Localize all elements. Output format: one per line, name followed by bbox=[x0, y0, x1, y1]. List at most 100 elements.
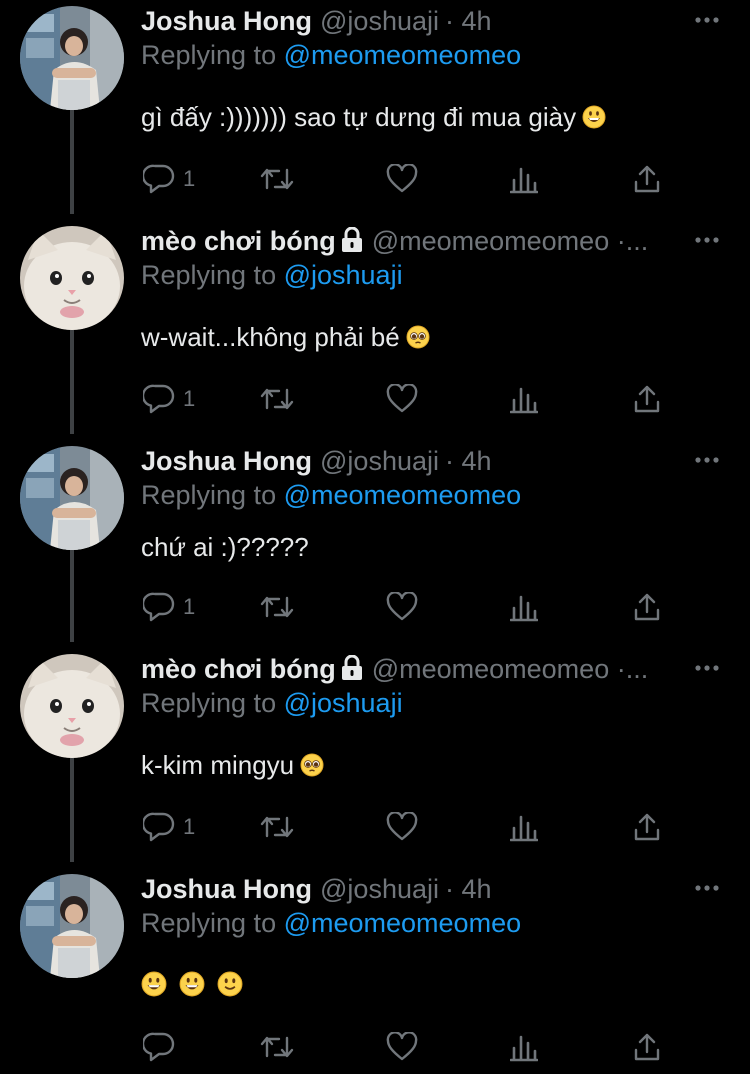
grinning-emoji-icon bbox=[576, 102, 606, 132]
retweet-icon bbox=[259, 164, 295, 194]
like-button[interactable] bbox=[386, 382, 418, 416]
replying-to-label: Replying to bbox=[141, 688, 284, 718]
share-icon bbox=[633, 384, 661, 414]
views-icon bbox=[510, 1032, 538, 1062]
reply-button[interactable] bbox=[143, 1030, 175, 1064]
reply-count: 1 bbox=[183, 386, 196, 411]
mention-link[interactable]: @meomeomeomeo bbox=[284, 40, 522, 70]
tweet-text: k-kim mingyu bbox=[141, 748, 324, 782]
views-button[interactable] bbox=[510, 1030, 538, 1064]
tweet-actions: 1 bbox=[141, 162, 661, 196]
timestamp[interactable]: · 4h bbox=[445, 874, 492, 904]
grinning-emoji-icon bbox=[173, 970, 211, 1000]
author-handle[interactable]: @joshuaji bbox=[320, 446, 439, 476]
replying-to: Replying to @meomeomeomeo bbox=[141, 38, 521, 72]
heart-icon bbox=[386, 384, 418, 414]
views-button[interactable] bbox=[510, 382, 538, 416]
tweet-text: w-wait...không phải bé bbox=[141, 320, 430, 354]
more-icon[interactable] bbox=[694, 12, 720, 23]
tweet-header: mèo chơi bóng @meomeomeomeo ·... bbox=[141, 224, 670, 261]
mention-link[interactable]: @joshuaji bbox=[284, 688, 403, 718]
author-name[interactable]: Joshua Hong bbox=[141, 874, 312, 904]
tweet[interactable]: mèo chơi bóng @meomeomeomeo ·... Replying … bbox=[0, 648, 750, 854]
like-button[interactable] bbox=[386, 810, 418, 844]
tweet-actions: 1 bbox=[141, 810, 661, 844]
share-icon bbox=[633, 812, 661, 842]
tweet[interactable]: Joshua Hong @joshuaji · 4h Replying to @meo… bbox=[0, 0, 750, 206]
tweet-text-content: w-wait...không phải bé bbox=[141, 322, 400, 352]
reply-button[interactable]: 1 bbox=[143, 590, 195, 624]
author-handle[interactable]: @meomeomeomeo ·... bbox=[372, 654, 649, 684]
retweet-button[interactable] bbox=[259, 382, 295, 416]
share-icon bbox=[633, 164, 661, 194]
tweet-header: Joshua Hong @joshuaji · 4h bbox=[141, 872, 670, 906]
replying-to-label: Replying to bbox=[141, 908, 284, 938]
cat-avatar[interactable] bbox=[20, 226, 124, 330]
reply-icon bbox=[143, 812, 175, 842]
tweet-text-content: gì đấy :))))))) sao tự dưng đi mua giày bbox=[141, 102, 577, 132]
views-button[interactable] bbox=[510, 590, 538, 624]
author-name[interactable]: Joshua Hong bbox=[141, 446, 312, 476]
author-name[interactable]: mèo chơi bóng bbox=[141, 654, 336, 684]
views-icon bbox=[510, 384, 538, 414]
person-avatar[interactable] bbox=[20, 874, 124, 978]
tweet-header: Joshua Hong @joshuaji · 4h bbox=[141, 444, 670, 478]
cat-avatar[interactable] bbox=[20, 654, 124, 758]
reply-count: 1 bbox=[183, 594, 196, 619]
author-handle[interactable]: @joshuaji bbox=[320, 6, 439, 36]
tweet-actions: 1 bbox=[141, 382, 661, 416]
author-name[interactable]: Joshua Hong bbox=[141, 6, 312, 36]
retweet-button[interactable] bbox=[259, 590, 295, 624]
reply-button[interactable]: 1 bbox=[143, 810, 195, 844]
retweet-icon bbox=[259, 592, 295, 622]
tweet[interactable]: mèo chơi bóng @meomeomeomeo ·... Replying … bbox=[0, 220, 750, 426]
views-icon bbox=[510, 164, 538, 194]
like-button[interactable] bbox=[386, 1030, 418, 1064]
mention-link[interactable]: @meomeomeomeo bbox=[284, 480, 522, 510]
like-button[interactable] bbox=[386, 162, 418, 196]
mention-link[interactable]: @meomeomeomeo bbox=[284, 908, 522, 938]
heart-icon bbox=[386, 812, 418, 842]
heart-icon bbox=[386, 592, 418, 622]
timestamp[interactable]: · 4h bbox=[445, 446, 492, 476]
more-icon[interactable] bbox=[694, 232, 720, 243]
retweet-button[interactable] bbox=[259, 810, 295, 844]
share-button[interactable] bbox=[633, 382, 661, 416]
timestamp[interactable]: · 4h bbox=[445, 6, 492, 36]
retweet-button[interactable] bbox=[259, 1030, 295, 1064]
lock-icon bbox=[340, 226, 364, 261]
slight-smile-emoji-icon bbox=[211, 970, 249, 1000]
mention-link[interactable]: @joshuaji bbox=[284, 260, 403, 290]
author-name[interactable]: mèo chơi bóng bbox=[141, 226, 336, 256]
heart-icon bbox=[386, 1032, 418, 1062]
share-icon bbox=[633, 1032, 661, 1062]
tweet[interactable]: Joshua Hong @joshuaji · 4h Replying to @meo… bbox=[0, 440, 750, 634]
more-icon[interactable] bbox=[694, 660, 720, 671]
retweet-icon bbox=[259, 1032, 295, 1062]
share-button[interactable] bbox=[633, 590, 661, 624]
replying-to-label: Replying to bbox=[141, 260, 284, 290]
more-icon[interactable] bbox=[694, 880, 720, 891]
reply-icon bbox=[143, 164, 175, 194]
person-avatar[interactable] bbox=[20, 446, 124, 550]
share-button[interactable] bbox=[633, 810, 661, 844]
pleading-emoji-icon bbox=[400, 322, 430, 352]
tweet-actions: 1 bbox=[141, 590, 661, 624]
author-handle[interactable]: @joshuaji bbox=[320, 874, 439, 904]
like-button[interactable] bbox=[386, 590, 418, 624]
reply-button[interactable]: 1 bbox=[143, 382, 195, 416]
reply-count: 1 bbox=[183, 166, 196, 191]
person-avatar[interactable] bbox=[20, 6, 124, 110]
views-button[interactable] bbox=[510, 162, 538, 196]
reply-icon bbox=[143, 384, 175, 414]
more-icon[interactable] bbox=[694, 452, 720, 463]
share-button[interactable] bbox=[633, 162, 661, 196]
author-handle[interactable]: @meomeomeomeo ·... bbox=[372, 226, 649, 256]
tweet[interactable]: Joshua Hong @joshuaji · 4h Replying to @meo… bbox=[0, 868, 750, 1074]
share-button[interactable] bbox=[633, 1030, 661, 1064]
retweet-button[interactable] bbox=[259, 162, 295, 196]
views-button[interactable] bbox=[510, 810, 538, 844]
replying-to: Replying to @meomeomeomeo bbox=[141, 906, 521, 940]
replying-to: Replying to @joshuaji bbox=[141, 258, 403, 292]
reply-button[interactable]: 1 bbox=[143, 162, 195, 196]
